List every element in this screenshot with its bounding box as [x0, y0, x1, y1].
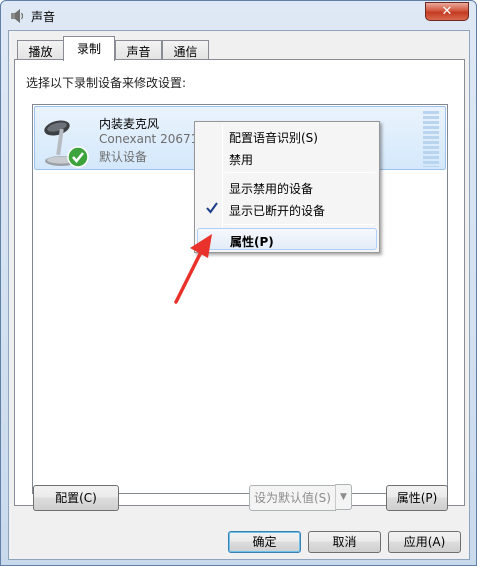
- context-menu: 配置语音识别(S) 禁用 显示禁用的设备 显示已断开的设备 属性(P): [194, 121, 380, 253]
- cancel-button[interactable]: 取消: [308, 531, 381, 553]
- green-check-icon: [67, 146, 89, 168]
- menu-item-show-disconnected[interactable]: 显示已断开的设备: [197, 198, 377, 220]
- speaker-icon: [11, 9, 24, 23]
- tab-communications[interactable]: 通信: [162, 40, 209, 60]
- menu-item-label: 属性(P): [230, 235, 274, 249]
- tab-label: 播放: [28, 45, 53, 59]
- checkmark-icon: [206, 202, 218, 214]
- close-button[interactable]: ✕: [425, 2, 469, 21]
- menu-item-disable[interactable]: 禁用: [197, 147, 377, 169]
- device-name: 内装麦克风: [99, 117, 160, 131]
- menu-item-label: 禁用: [229, 153, 254, 167]
- sound-dialog: 声音 ✕ 播放 录制 声音 通信 选择以下录制设备来修改设置: 内装麦克风 Co…: [0, 0, 477, 566]
- menu-item-properties[interactable]: 属性(P): [197, 228, 377, 250]
- tab-label: 通信: [173, 45, 198, 59]
- tab-label: 声音: [126, 45, 151, 59]
- apply-button[interactable]: 应用(A): [388, 531, 461, 553]
- annotation-arrow-icon: [174, 234, 212, 304]
- instruction-label: 选择以下录制设备来修改设置:: [26, 76, 187, 90]
- menu-item-label: 配置语音识别(S): [229, 131, 318, 145]
- window-title: 声音: [31, 10, 56, 24]
- configure-button[interactable]: 配置(C): [33, 485, 119, 511]
- menu-item-label: 显示禁用的设备: [229, 182, 314, 196]
- device-driver: Conexant 20671: [99, 132, 199, 146]
- menu-separator: [225, 224, 375, 225]
- close-icon: ✕: [441, 4, 453, 19]
- menu-item-label: 显示已断开的设备: [229, 204, 326, 218]
- properties-button[interactable]: 属性(P): [386, 485, 448, 511]
- menu-item-configure-speech[interactable]: 配置语音识别(S): [197, 125, 377, 147]
- level-meter: [423, 111, 439, 167]
- set-default-dropdown-arrow: ▼: [335, 484, 352, 510]
- tab-sounds[interactable]: 声音: [115, 40, 162, 60]
- device-status: 默认设备: [99, 150, 148, 164]
- tab-label: 录制: [76, 42, 101, 56]
- title-bar[interactable]: 声音 ✕: [1, 1, 476, 31]
- dialog-client-area: 播放 录制 声音 通信 选择以下录制设备来修改设置: 内装麦克风 Conexan…: [8, 30, 470, 560]
- ok-button[interactable]: 确定: [228, 531, 301, 553]
- menu-separator: [225, 172, 375, 173]
- tab-recording[interactable]: 录制: [63, 36, 115, 61]
- menu-item-show-disabled[interactable]: 显示禁用的设备: [197, 176, 377, 198]
- set-default-button: 设为默认值(S): [249, 485, 336, 511]
- tab-playback[interactable]: 播放: [17, 40, 64, 60]
